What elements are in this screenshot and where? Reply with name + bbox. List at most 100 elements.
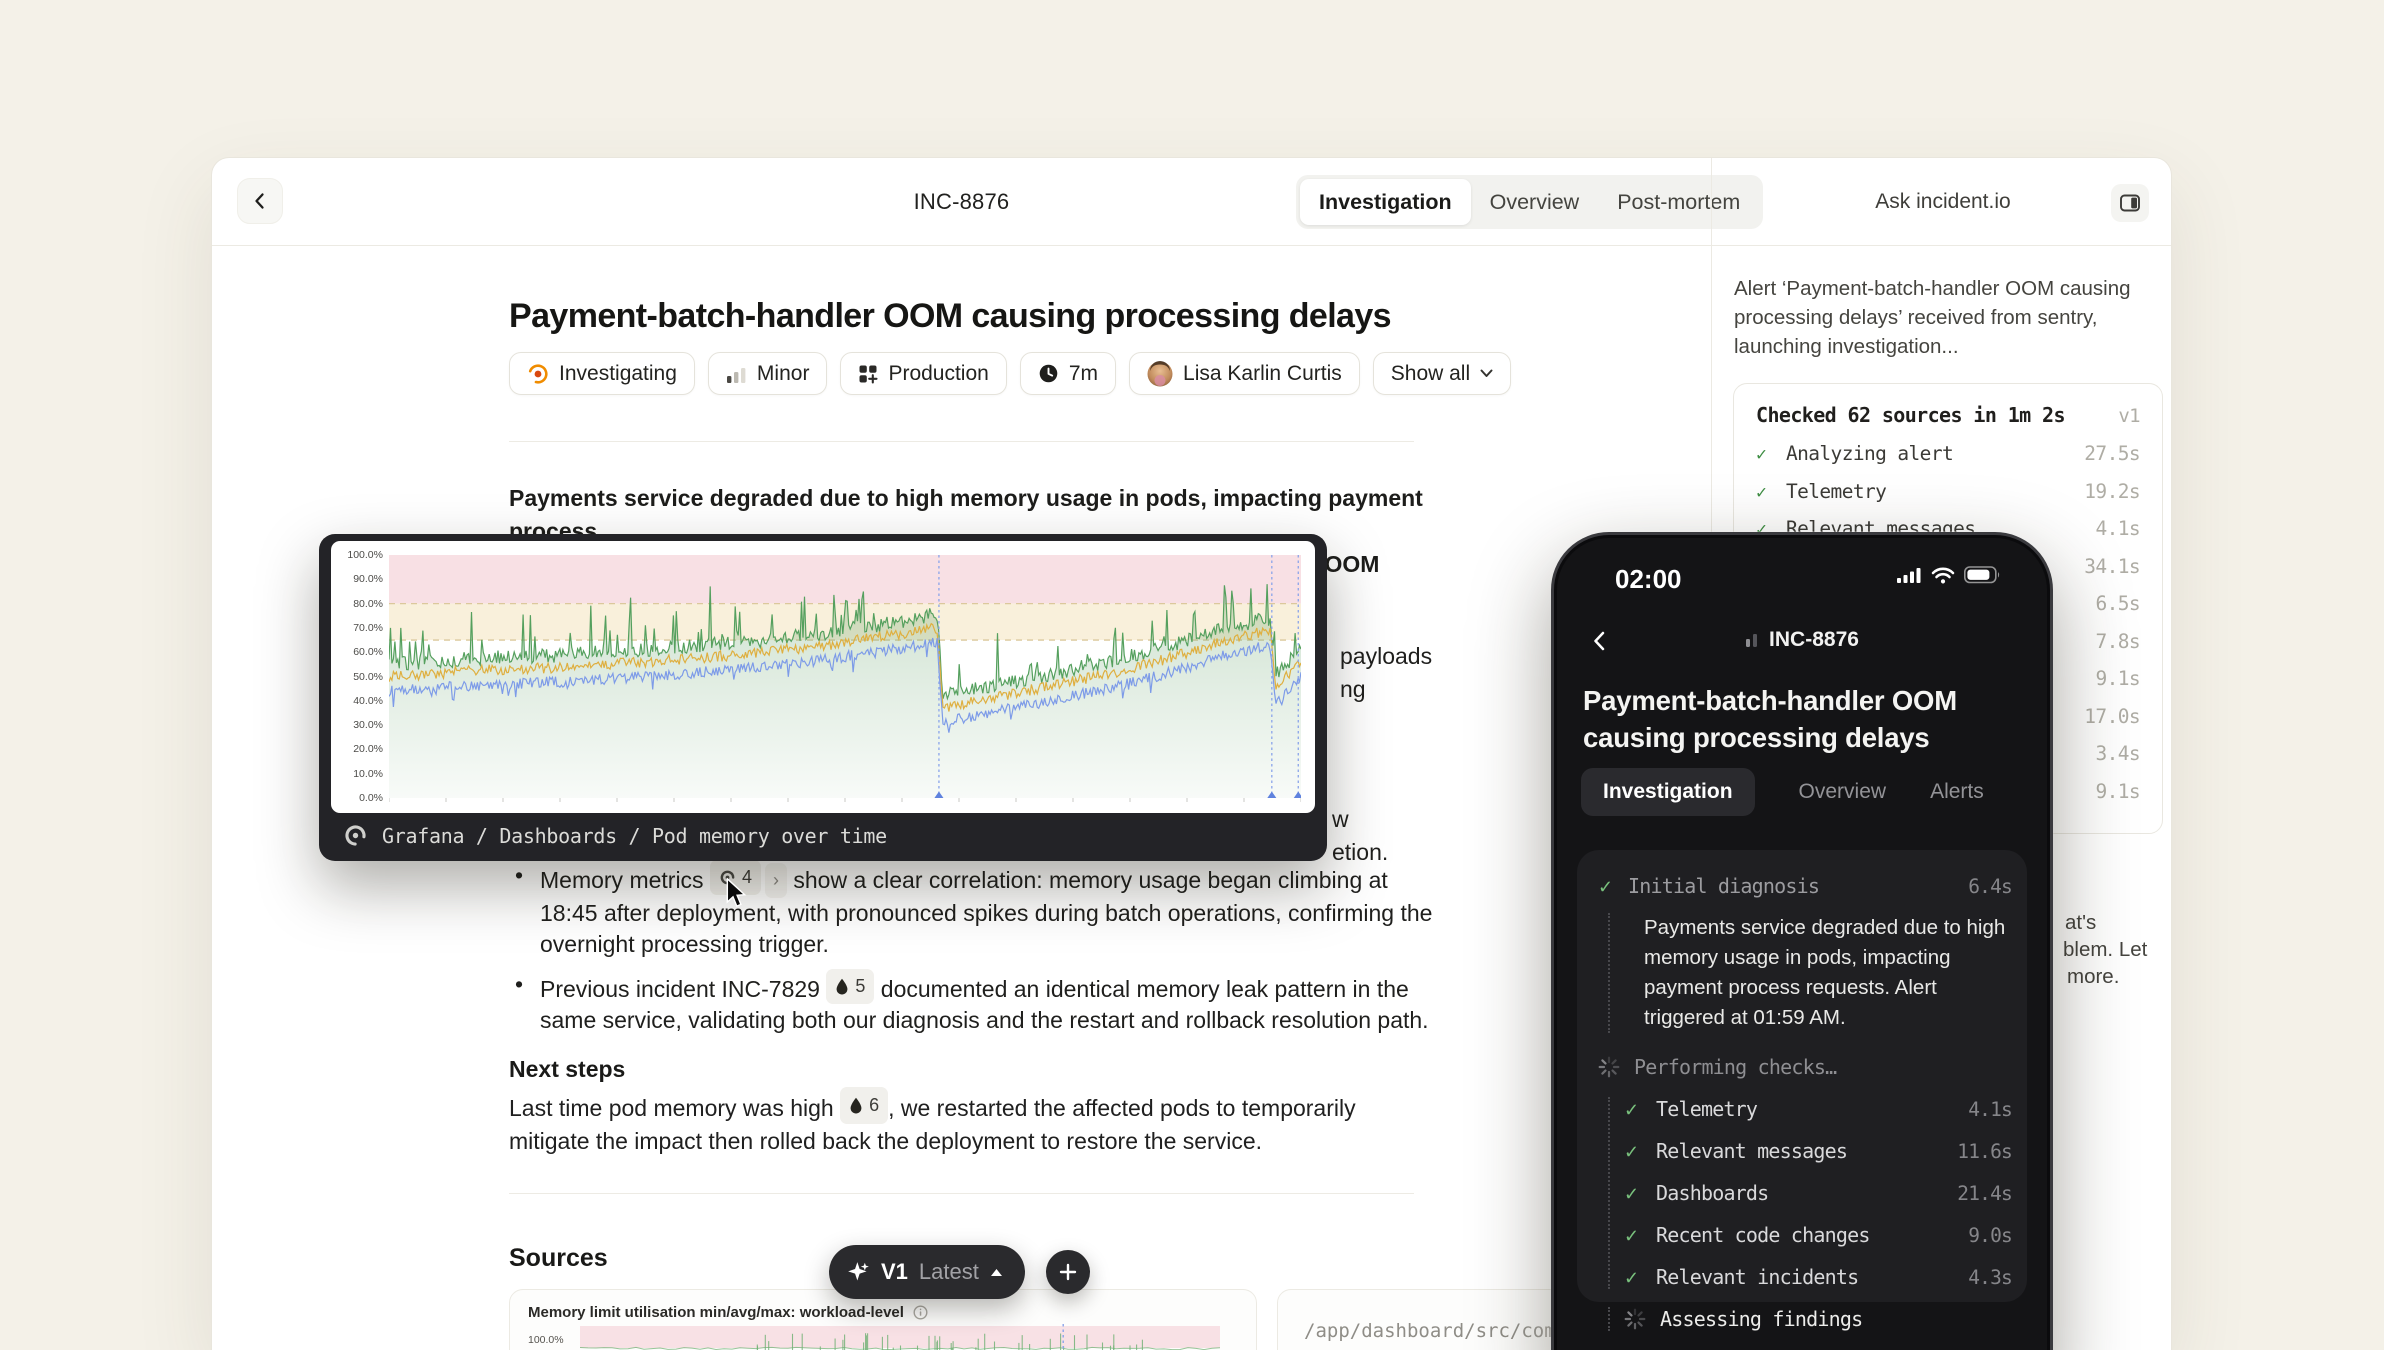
source-label: Telemetry [1786,480,1886,503]
caret-down-icon [1480,369,1493,378]
phone-investigation-card: ✓ Initial diagnosis 6.4s Payments servic… [1577,850,2027,1302]
check-icon: ✓ [1624,1100,1656,1121]
y-tick-label: 80.0% [339,598,383,610]
source-time: 7.8s [2095,630,2140,653]
panel-right-icon [2119,192,2141,214]
avatar [1147,361,1173,387]
badge-label: Show all [1391,362,1470,386]
clock-icon [1038,363,1059,384]
check-icon: ✓ [1598,877,1628,898]
grafana-chart-panel: 100.0%90.0%80.0%70.0%60.0%50.0%40.0%30.0… [331,541,1315,813]
badge-investigating[interactable]: Investigating [509,352,695,395]
source-time: 4.1s [2095,517,2140,540]
phone-mockup: 02:00 INC-8876 Payment-batch-handler OOM… [1551,532,2053,1350]
version-selector-button[interactable]: V1 Latest [829,1245,1025,1299]
text-fragment: etion. [1332,839,1388,866]
finding-item-2: Previous incident INC-7829 5 documented … [509,969,1439,1036]
phone-clock: 02:00 [1615,564,1682,595]
tab-overview[interactable]: Overview [1471,179,1599,225]
version-label: v1 [2118,405,2140,427]
phone-nav-bar: INC-8876 [1557,626,2047,660]
check-label: Recent code changes [1656,1223,1870,1247]
caret-up-icon [990,1268,1003,1277]
badge-lisa-karlin-curtis[interactable]: Lisa Karlin Curtis [1129,352,1360,395]
pod-memory-chart [389,555,1301,805]
source-count-badge[interactable]: 5 [826,969,874,1004]
check-label: Telemetry [1656,1097,1757,1121]
source-count-badge[interactable]: 4 [710,860,761,895]
finding-item-1: Memory metrics 4› show a clear correlati… [509,860,1439,960]
phone-check-row: ✓Recent code changes9.0s [1624,1223,2012,1247]
check-label: Relevant incidents [1656,1265,1858,1289]
grafana-preview-tooltip[interactable]: 100.0%90.0%80.0%70.0%60.0%50.0%40.0%30.0… [319,534,1327,861]
phone-tab-investigation[interactable]: Investigation [1581,768,1755,816]
check-label: Relevant messages [1656,1139,1847,1163]
text-fragment: payloads [1340,643,1432,670]
incident-attribute-badges: Investigating Minor Production 7m Lisa Karli… [509,352,1511,395]
version-latest-label: Latest [919,1259,979,1285]
checked-sources-header: Checked 62 sources in 1m 2s [1756,403,2065,427]
expand-chevron[interactable]: › [765,863,787,898]
version-number: V1 [881,1259,908,1285]
checked-source-row: ✓Analyzing alert27.5s [1756,442,2140,465]
text-fragment: ng [1340,676,1366,703]
check-time: 4.3s [1968,1266,2012,1289]
incident-icon [849,1097,863,1114]
toggle-sidebar-button[interactable] [2111,184,2149,222]
diagnosis-time: 6.4s [1968,875,2012,898]
y-tick-label: 90.0% [339,573,383,585]
check-icon: ✓ [1756,444,1786,465]
source-time: 19.2s [2084,480,2140,503]
source-time: 6.5s [2095,592,2140,615]
cellular-signal-icon [1897,567,1922,584]
y-tick-label: 0.0% [339,792,383,804]
y-tick-label: 10.0% [339,768,383,780]
tab-investigation[interactable]: Investigation [1300,179,1471,225]
check-time: 11.6s [1957,1140,2012,1163]
phone-check-row: ✓Relevant messages11.6s [1624,1139,2012,1163]
source-time: 17.0s [2084,705,2140,728]
source-chart-title: Memory limit utilisation min/avg/max: wo… [528,1304,904,1321]
grafana-icon [343,823,368,848]
add-version-button[interactable] [1046,1250,1090,1294]
badge-label: Lisa Karlin Curtis [1183,362,1342,386]
check-icon: ✓ [1624,1226,1656,1247]
spinner-icon [1598,1056,1620,1078]
text-fragment: at's [2065,911,2096,935]
y-tick-label: 20.0% [339,743,383,755]
source-time: 27.5s [2084,442,2140,465]
divider [509,1193,1414,1194]
battery-icon [1964,566,2001,584]
check-icon: ✓ [1624,1184,1656,1205]
badge-show-all[interactable]: Show all [1373,352,1511,395]
check-icon: ✓ [1756,482,1786,503]
badge-label: Production [888,362,988,386]
divider [509,441,1414,442]
badge-minor[interactable]: Minor [708,352,828,395]
checked-source-row: ✓Telemetry 19.2s [1756,480,2140,503]
plus-icon [1058,1262,1078,1282]
phone-tab-alerts[interactable]: Alerts [1930,780,1984,804]
source-time: 9.1s [2095,780,2140,803]
y-tick-label: 100.0% [339,549,383,561]
assistant-panel-header: Ask incident.io [1711,158,2173,246]
y-tick-label: 70.0% [339,622,383,634]
environment-icon [858,364,878,384]
incident-title: Payment-batch-handler OOM causing proces… [509,297,1429,336]
spinner-icon [1624,1308,1646,1330]
badge-label: Minor [757,362,810,386]
window-header: INC-8876 InvestigationOverviewPost-morte… [212,158,2171,246]
next-steps-paragraph: Last time pod memory was high 6, we rest… [509,1087,1429,1158]
diagnosis-body: Payments service degraded due to high me… [1608,913,2012,1033]
sources-heading: Sources [509,1244,608,1273]
phone-incident-title: Payment-batch-handler OOM causing proces… [1583,682,2029,756]
diagnosis-row: ✓ Initial diagnosis 6.4s [1598,874,2012,898]
phone-tab-overview[interactable]: Overview [1799,780,1887,804]
badge-production[interactable]: Production [840,352,1006,395]
info-icon [913,1305,928,1320]
badge-7m[interactable]: 7m [1020,352,1116,395]
mini-memory-chart [580,1324,1220,1350]
source-time: 34.1s [2084,555,2140,578]
source-count-badge[interactable]: 6 [840,1087,888,1124]
view-tabs: InvestigationOverviewPost-mortem [1296,175,1763,229]
